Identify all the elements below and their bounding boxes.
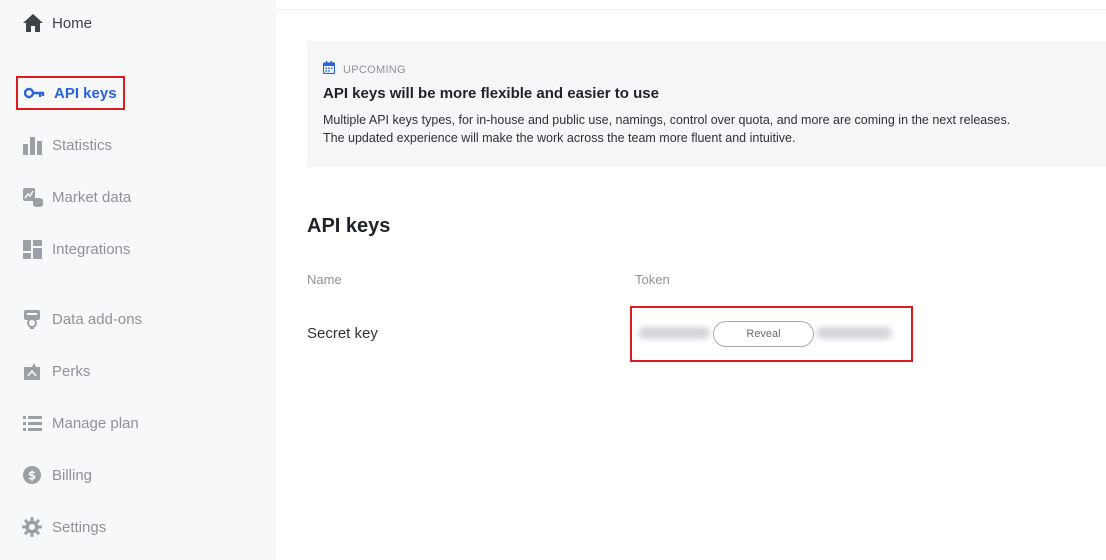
banner-body-line: Multiple API keys types, for in-house an… [323,113,1011,127]
sidebar-item-settings[interactable]: Settings [16,510,106,544]
masked-token [816,327,892,339]
banner-body-line: The updated experience will make the wor… [323,131,796,145]
sidebar-item-label: Market data [52,188,132,206]
banner-tag-label: UPCOMING [343,64,406,76]
data-addons-icon [16,308,50,330]
sidebar-item-label: Statistics [52,136,113,154]
sidebar-item-label: Integrations [52,240,131,258]
sidebar-item-label: Perks [52,362,91,380]
header-divider [276,9,1106,10]
dollar-icon: $ [16,464,50,486]
column-header-token: Token [635,272,670,287]
token-field: Reveal [630,306,913,362]
sidebar-item-perks[interactable]: Perks [16,354,90,388]
banner-body: Multiple API keys types, for in-house an… [323,111,1093,147]
sidebar-item-api-keys[interactable]: API keys [16,76,125,110]
masked-token [638,327,710,339]
sidebar-item-label: Manage plan [52,414,139,432]
sidebar-item-integrations[interactable]: Integrations [16,232,130,266]
sidebar-item-label: Billing [52,466,93,484]
sidebar-item-data-add-ons[interactable]: Data add-ons [16,302,142,336]
upcoming-banner: UPCOMING API keys will be more flexible … [307,41,1106,167]
sidebar-item-market-data[interactable]: Market data [16,180,131,214]
market-data-icon [16,186,50,208]
home-icon [16,12,50,34]
sidebar-item-manage-plan[interactable]: Manage plan [16,406,139,440]
sidebar-item-label: API keys [54,84,117,102]
sidebar-item-label: Settings [52,518,107,536]
sidebar: Home API keys Statistics Market data Int [0,0,276,560]
main-content: UPCOMING API keys will be more flexible … [276,0,1106,560]
key-name: Secret key [307,325,378,342]
reveal-button[interactable]: Reveal [713,321,814,347]
gear-icon [16,516,50,538]
page-title: API keys [307,215,391,237]
sidebar-item-billing[interactable]: $ Billing [16,458,92,492]
svg-text:$: $ [28,469,36,483]
sidebar-item-home[interactable]: Home [16,6,92,40]
sidebar-item-label: Data add-ons [52,310,143,328]
integrations-grid-icon [16,238,50,260]
banner-title: API keys will be more flexible and easie… [323,85,659,102]
key-icon [18,82,52,104]
banner-tag: UPCOMING [322,61,406,79]
column-header-name: Name [307,272,342,287]
list-icon [16,412,50,434]
sidebar-item-statistics[interactable]: Statistics [16,128,112,162]
app-root: Home API keys Statistics Market data Int [0,0,1106,560]
perks-icon [16,360,50,382]
sidebar-item-label: Home [52,14,93,32]
bar-chart-icon [16,134,50,156]
calendar-icon [322,61,336,79]
